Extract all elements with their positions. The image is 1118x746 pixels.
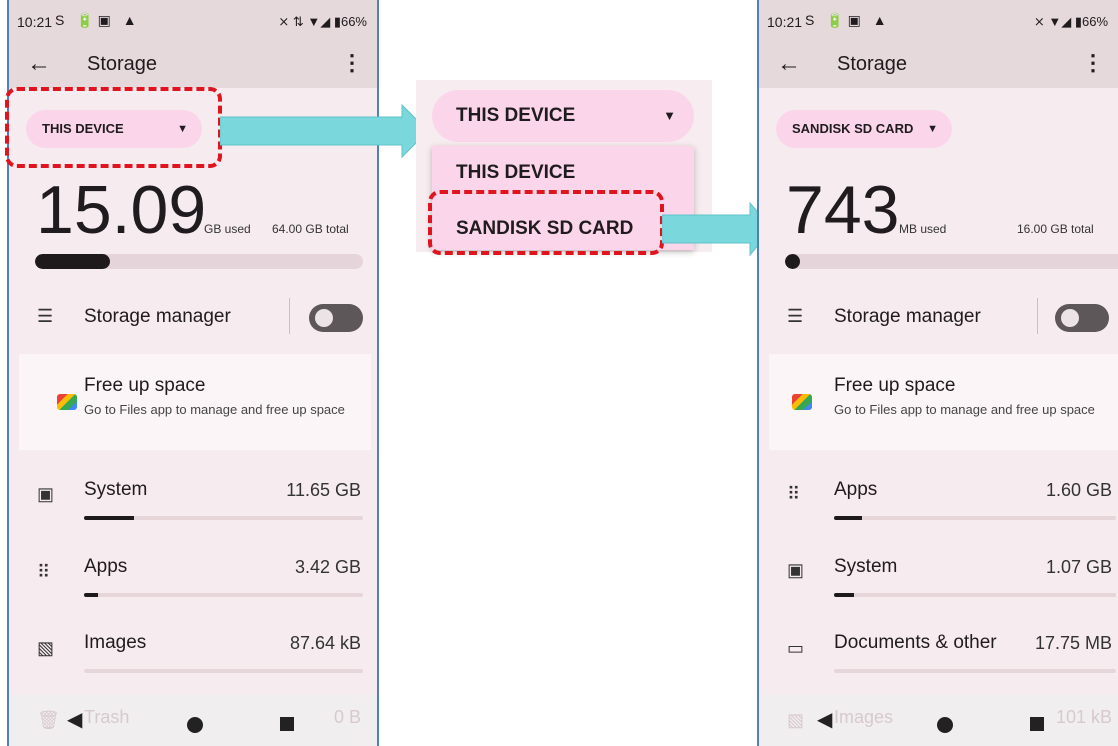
more-vert-icon[interactable]: ⋮	[1082, 50, 1104, 76]
images-icon: ▧	[787, 710, 805, 730]
highlight-this-device	[5, 87, 222, 168]
faded-row-value: 0 B	[333, 707, 361, 727]
free-up-space-card[interactable]: Free up space Go to Files app to manage …	[19, 354, 371, 450]
row-value: 87.64 kB	[289, 633, 361, 653]
storage-manager-icon: ☰	[787, 306, 804, 326]
dropdown-chip[interactable]: THIS DEVICE ▼	[432, 90, 694, 142]
back-arrow-icon[interactable]: ←	[777, 50, 801, 78]
used-unit: MB used	[899, 222, 947, 236]
divider	[1037, 298, 1038, 334]
system-icon: ▣	[787, 560, 805, 580]
app-bar: ← Storage ⋮	[9, 42, 377, 88]
free-up-space-subtitle: Go to Files app to manage and free up sp…	[834, 402, 1095, 417]
status-bar: 10:21 S 🔋▣ ▲ ⨯ ⇅ ▼◢ ▮66%	[9, 0, 377, 42]
apps-grid-icon: ⠿	[37, 562, 51, 582]
status-time: 10:21	[17, 14, 53, 30]
row-usage-bar	[834, 669, 1116, 673]
files-app-icon	[57, 394, 77, 410]
annotation-arrow	[220, 103, 429, 159]
row-label[interactable]: Apps	[84, 556, 127, 578]
nav-back-icon[interactable]: ◀	[817, 707, 832, 732]
row-usage-fill	[84, 593, 98, 597]
row-label[interactable]: Apps	[834, 479, 877, 501]
toggle-knob	[315, 309, 333, 327]
row-label[interactable]: Images	[84, 632, 146, 654]
status-system-icons: ⨯ ▼◢ ▮66%	[1033, 14, 1108, 29]
total-capacity: 16.00 GB total	[1017, 222, 1094, 236]
nav-recents-icon[interactable]	[280, 717, 294, 731]
used-amount: 743	[786, 172, 900, 248]
row-usage-bar	[834, 516, 1116, 520]
row-usage-bar	[84, 669, 363, 673]
free-up-space-subtitle: Go to Files app to manage and free up sp…	[84, 402, 345, 417]
free-up-space-title: Free up space	[834, 375, 956, 396]
system-icon: ▣	[37, 484, 55, 504]
storage-manager-label: Storage manager	[834, 306, 981, 327]
storage-manager-toggle[interactable]	[1055, 304, 1109, 332]
storage-usage-bar	[35, 254, 363, 269]
documents-folder-icon: ▭	[787, 638, 805, 658]
storage-usage-fill	[785, 254, 801, 269]
free-up-space-title: Free up space	[84, 375, 206, 396]
row-label[interactable]: System	[834, 556, 897, 578]
apps-grid-icon: ⠿	[787, 484, 801, 504]
dropdown-selected-label: THIS DEVICE	[456, 105, 576, 126]
nav-back-icon[interactable]: ◀	[67, 707, 82, 732]
row-value: 17.75 MB	[1034, 633, 1112, 653]
storage-usage-fill	[35, 254, 111, 269]
storage-manager-toggle[interactable]	[309, 304, 363, 332]
more-vert-icon[interactable]: ⋮	[341, 50, 363, 76]
files-app-icon	[792, 394, 812, 410]
page-title: Storage	[837, 53, 908, 75]
row-usage-fill	[84, 516, 135, 520]
toggle-knob	[1061, 309, 1079, 327]
status-system-icons: ⨯ ⇅ ▼◢ ▮66%	[278, 14, 367, 29]
status-notification-icons: S 🔋▣ ▲	[55, 12, 141, 28]
status-time: 10:21	[767, 14, 803, 30]
total-capacity: 64.00 GB total	[272, 222, 349, 236]
faded-row-value: 101 kB	[1055, 707, 1112, 727]
dropdown-option-this-device[interactable]: THIS DEVICE	[456, 162, 575, 184]
row-usage-fill	[834, 516, 863, 520]
trash-icon: 🗑	[37, 710, 60, 730]
dropdown-caret-icon: ▼	[663, 108, 676, 123]
images-icon: ▧	[37, 638, 55, 658]
right-phone-screen: 10:21 S 🔋▣ ▲ ⨯ ▼◢ ▮66% ← Storage ⋮ SANDI…	[757, 0, 1118, 746]
storage-manager-icon: ☰	[37, 306, 54, 326]
used-unit: GB used	[204, 222, 251, 236]
row-usage-fill	[834, 593, 854, 597]
nav-recents-icon[interactable]	[1030, 717, 1044, 731]
row-value: 1.60 GB	[1045, 480, 1112, 500]
row-value: 1.07 GB	[1045, 557, 1112, 577]
storage-usage-bar	[785, 254, 1118, 269]
navigation-bar: 🗑 Trash 0 B ◀	[9, 695, 377, 746]
row-usage-bar	[84, 516, 363, 520]
faded-row-label: Trash	[84, 707, 130, 727]
row-usage-bar	[84, 593, 363, 597]
navigation-bar: ▧ Images 101 kB ◀	[759, 695, 1118, 746]
row-label[interactable]: Documents & other	[834, 632, 997, 654]
storage-manager-label: Storage manager	[84, 306, 231, 327]
page-title: Storage	[87, 53, 158, 75]
storage-volume-dropdown[interactable]: SANDISK SD CARD ▼	[776, 110, 952, 148]
highlight-sandisk-sd-card	[428, 190, 664, 255]
back-arrow-icon[interactable]: ←	[27, 50, 51, 78]
used-amount: 15.09	[36, 172, 207, 248]
free-up-space-card[interactable]: Free up space Go to Files app to manage …	[769, 354, 1118, 450]
status-notification-icons: S 🔋▣ ▲	[805, 12, 891, 28]
dropdown-caret-icon: ▼	[927, 123, 938, 135]
divider	[289, 298, 290, 334]
row-value: 3.42 GB	[294, 557, 361, 577]
storage-volume-label: SANDISK SD CARD	[792, 121, 914, 136]
status-bar: 10:21 S 🔋▣ ▲ ⨯ ▼◢ ▮66%	[759, 0, 1118, 42]
row-label[interactable]: System	[84, 479, 147, 501]
app-bar: ← Storage ⋮	[759, 42, 1118, 88]
nav-home-icon[interactable]	[187, 717, 203, 733]
nav-home-icon[interactable]	[937, 717, 953, 733]
faded-row-label: Images	[834, 707, 894, 727]
row-value: 11.65 GB	[286, 480, 361, 500]
row-usage-bar	[834, 593, 1116, 597]
